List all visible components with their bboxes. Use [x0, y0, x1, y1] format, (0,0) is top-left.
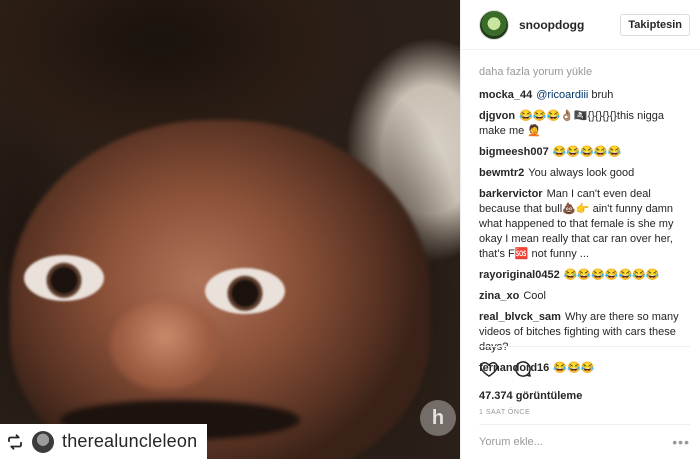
comment-username[interactable]: bewmtr2 [479, 167, 524, 179]
media-eye-right [205, 268, 285, 314]
comment-item: djgvon 😂😂😂👌🏽🏴‍☠️{}{}{}{}this nigga make m… [479, 109, 690, 139]
action-row [479, 357, 690, 381]
comment-text: bruh [588, 89, 614, 101]
comment-item: zina_xo Cool [479, 289, 690, 304]
comment-icon[interactable] [513, 359, 533, 379]
repost-avatar [32, 430, 54, 453]
comment-item: rayoriginal0452 😂😂😂😂😂😂😂 [479, 268, 690, 283]
repost-icon [8, 433, 22, 450]
following-button[interactable]: Takiptesin [620, 13, 690, 36]
repost-tag: therealuncleleon [0, 424, 208, 459]
post-header: snoopdogg Takiptesin [461, 0, 700, 50]
comment-username[interactable]: rayoriginal0452 [479, 269, 560, 281]
more-options-icon[interactable]: ••• [672, 434, 690, 450]
comment-box: ••• [479, 424, 690, 459]
comment-username[interactable]: barkervictor [479, 188, 543, 200]
comment-text: 😂😂😂😂😂😂😂 [563, 269, 660, 281]
media-eye-left [24, 255, 104, 301]
comment-username[interactable]: zina_xo [479, 290, 519, 302]
avatar[interactable] [479, 9, 509, 40]
comment-item: mocka_44 @ricoardiii bruh [479, 88, 690, 103]
comment-username[interactable]: bigmeesh007 [479, 146, 549, 158]
post-side-panel: snoopdogg Takiptesin daha fazla yorum yü… [460, 0, 700, 459]
comment-item: bigmeesh007 😂😂😂😂😂 [479, 145, 690, 160]
comment-item: bewmtr2 You always look good [479, 166, 690, 181]
watermark-logo: h [420, 400, 456, 436]
view-count[interactable]: 47.374 görüntüleme [479, 390, 690, 402]
load-more-comments-link[interactable]: daha fazla yorum yükle [479, 66, 690, 78]
post-timestamp[interactable]: 1 SAAT ÖNCE [479, 409, 690, 416]
comment-mention[interactable]: @ricoardiii [536, 89, 588, 101]
comment-text: 😂😂😂😂😂 [552, 146, 622, 158]
comment-username[interactable]: real_blvck_sam [479, 311, 561, 323]
comment-list: daha fazla yorum yükle mocka_44 @ricoardi… [461, 50, 700, 376]
comment-input[interactable] [479, 436, 673, 448]
repost-username: therealuncleleon [62, 431, 198, 451]
post-media[interactable]: h therealuncleleon [0, 0, 460, 459]
comment-item: barkervictor Man I can't even deal becaus… [479, 187, 690, 262]
media-nose [110, 300, 220, 390]
post-actions: 47.374 görüntüleme 1 SAAT ÖNCE [479, 346, 690, 416]
post-username[interactable]: snoopdogg [519, 18, 620, 32]
heart-icon[interactable] [479, 359, 499, 379]
comment-username[interactable]: djgvon [479, 110, 515, 122]
comment-text: You always look good [528, 167, 635, 179]
comment-username[interactable]: mocka_44 [479, 89, 532, 101]
comment-text: Cool [523, 290, 546, 302]
